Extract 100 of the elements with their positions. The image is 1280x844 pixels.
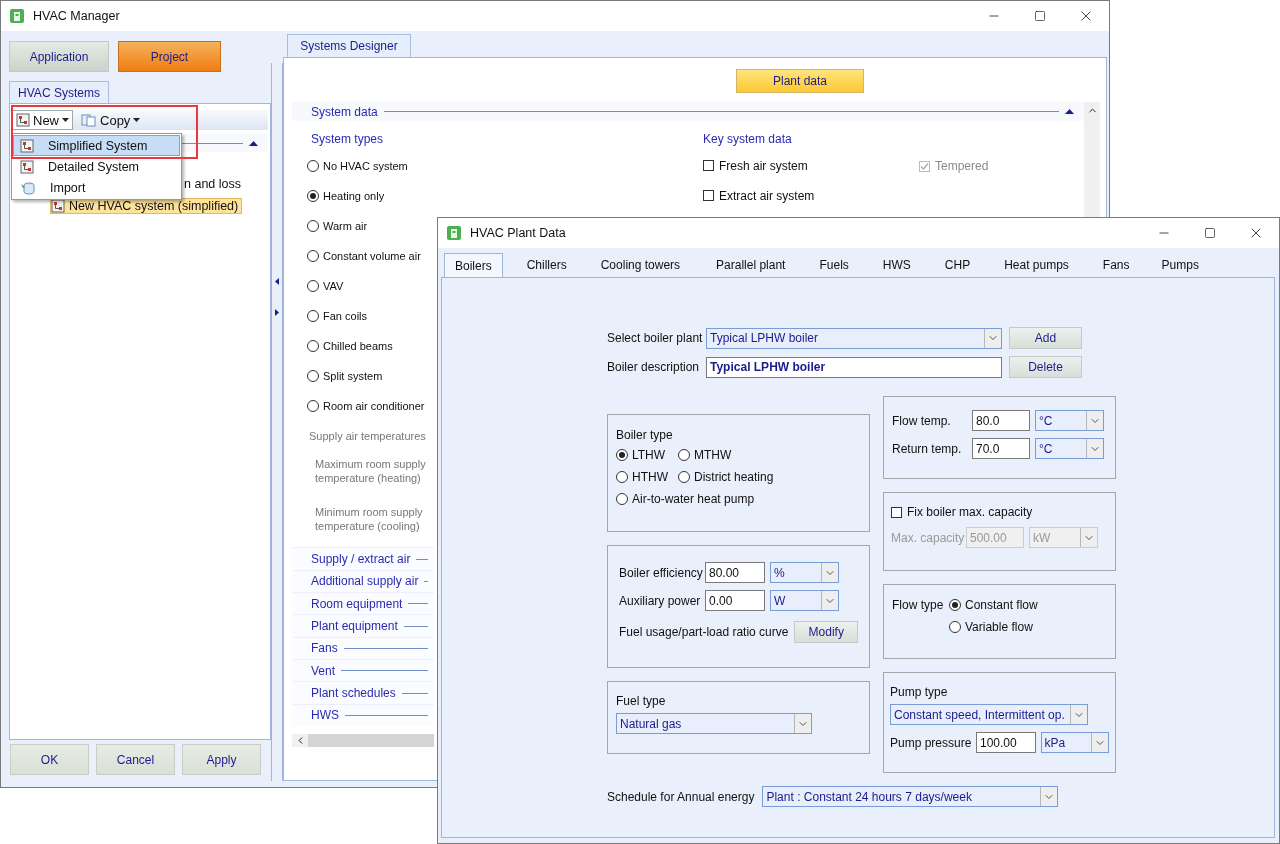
radio-circle-icon[interactable]	[307, 190, 319, 203]
radio-circle-icon[interactable]	[616, 493, 628, 505]
tree-item[interactable]: n and loss	[184, 177, 244, 191]
tab[interactable]: Boilers	[444, 253, 503, 277]
collapse-left-icon[interactable]	[275, 278, 279, 285]
input-field[interactable]: Typical LPHW boiler	[706, 356, 1002, 378]
group-heading: Fuel type	[616, 694, 667, 708]
section-header[interactable]: Vent	[292, 659, 434, 682]
dialog-button[interactable]: Cancel	[96, 744, 175, 775]
horizontal-scrollbar[interactable]	[292, 734, 434, 747]
input-field[interactable]: 0.00	[705, 590, 765, 611]
checkbox[interactable]: Fix boiler max. capacity	[891, 505, 1108, 519]
tab[interactable]: Parallel plant	[705, 253, 797, 277]
section-header[interactable]: Plant schedules	[292, 681, 434, 704]
tree-item[interactable]: New HVAC system (simplified)	[50, 198, 243, 214]
radio-option[interactable]: Variable flow	[949, 620, 1033, 634]
tab[interactable]: Heat pumps	[993, 253, 1080, 277]
dropdown[interactable]: W	[770, 590, 839, 611]
dropdown[interactable]: Constant speed, Intermittent op.	[890, 704, 1088, 725]
add-button[interactable]: Add	[1009, 327, 1082, 349]
radio-option[interactable]: VAV	[307, 280, 344, 293]
expand-right-icon[interactable]	[275, 309, 279, 316]
modify-button[interactable]: Modify	[794, 621, 858, 643]
radio-circle-icon[interactable]	[307, 250, 319, 263]
dropdown[interactable]: Natural gas	[616, 713, 812, 734]
section-header[interactable]: Plant equipment	[292, 614, 434, 637]
input-field[interactable]: 100.00	[976, 732, 1036, 753]
menu-item[interactable]: Simplified System	[13, 135, 180, 156]
tab[interactable]: HWS	[871, 253, 922, 277]
dropdown[interactable]: °C	[1035, 410, 1104, 431]
radio-option[interactable]: Heating only	[307, 190, 385, 203]
group-heading: Supply air temperatures	[308, 429, 426, 445]
mode-button[interactable]: Application	[9, 41, 109, 72]
tab[interactable]: Systems Designer	[287, 34, 411, 57]
tab[interactable]: HVAC Systems	[9, 81, 109, 103]
radio-option[interactable]: District heating	[678, 470, 861, 484]
tab[interactable]: Pumps	[1150, 253, 1210, 277]
collapse-icon[interactable]	[1065, 109, 1074, 115]
radio-option[interactable]: LTHW	[616, 448, 678, 462]
radio-circle-icon[interactable]	[678, 449, 690, 461]
radio-circle-icon[interactable]	[307, 310, 319, 323]
radio-option[interactable]: Fan coils	[307, 310, 368, 323]
tab[interactable]: Chillers	[515, 253, 578, 277]
radio-circle-icon[interactable]	[616, 449, 628, 461]
tab[interactable]: Cooling towers	[589, 253, 692, 277]
field-label: Fuel usage/part-load ratio curve	[619, 625, 789, 639]
checkbox[interactable]: Fresh air system	[703, 158, 808, 173]
radio-option[interactable]: MTHW	[678, 448, 861, 462]
dropdown[interactable]: Typical LPHW boiler	[706, 327, 1002, 349]
menu-item[interactable]: Detailed System	[13, 156, 180, 177]
tab[interactable]: Fans	[1091, 253, 1141, 277]
tab[interactable]: Fuels	[808, 253, 860, 277]
radio-circle-icon[interactable]	[307, 160, 319, 173]
section-header[interactable]: Fans	[292, 636, 434, 660]
copy-icon	[81, 113, 97, 127]
dropdown[interactable]: kPa	[1040, 732, 1109, 753]
section-header[interactable]: System data	[292, 102, 1084, 122]
dropdown[interactable]: %	[770, 562, 839, 583]
collapse-icon[interactable]	[249, 140, 258, 146]
radio-circle-icon[interactable]	[307, 340, 319, 353]
checkbox[interactable]: Extract air system	[703, 188, 815, 203]
toolbar-button[interactable]: New	[12, 110, 73, 130]
section-header[interactable]: Additional supply air	[292, 569, 434, 593]
radio-option[interactable]: Room air conditioner	[307, 400, 425, 413]
checkmark-icon	[920, 161, 929, 171]
dialog-button[interactable]: Apply	[182, 744, 261, 775]
toolbar-button[interactable]: Copy	[77, 110, 145, 130]
dialog-button[interactable]: OK	[10, 744, 89, 775]
section-title: System data	[311, 104, 378, 119]
radio-circle-icon[interactable]	[616, 471, 628, 483]
input-field[interactable]: 80.0	[972, 410, 1030, 431]
radio-circle-icon[interactable]	[307, 370, 319, 383]
menu-item[interactable]: Import	[13, 177, 180, 198]
radio-circle-icon[interactable]	[678, 471, 690, 483]
radio-option[interactable]: Constant volume air	[307, 250, 421, 263]
delete-button[interactable]: Delete	[1009, 356, 1082, 378]
radio-option[interactable]: Constant flow	[949, 598, 1038, 612]
mode-button[interactable]: Project	[118, 41, 221, 72]
radio-option[interactable]: No HVAC system	[307, 160, 408, 173]
radio-option[interactable]: Split system	[307, 370, 383, 383]
group-heading: System types	[311, 131, 384, 149]
radio-option[interactable]: Air-to-water heat pump	[616, 492, 755, 506]
input-field[interactable]: 70.0	[972, 438, 1030, 459]
radio-option[interactable]: Chilled beams	[307, 340, 393, 353]
dropdown[interactable]: Plant : Constant 24 hours 7 days/week	[762, 786, 1059, 807]
radio-circle-icon[interactable]	[307, 400, 319, 413]
field-label: Minimum room supply temperature (cooling)	[315, 505, 423, 534]
dropdown[interactable]: °C	[1035, 438, 1104, 459]
input-field[interactable]: 80.00	[705, 562, 765, 583]
section-header[interactable]: Room equipment	[292, 592, 434, 615]
radio-circle-icon[interactable]	[307, 280, 319, 293]
radio-option[interactable]: Warm air	[307, 220, 368, 233]
tab[interactable]: CHP	[933, 253, 982, 277]
radio-option[interactable]: HTHW	[616, 470, 678, 484]
radio-circle-icon[interactable]	[949, 621, 961, 633]
section-header[interactable]: Supply / extract air	[292, 547, 434, 570]
section-header[interactable]: HWS	[292, 703, 434, 726]
plant-data-button[interactable]: Plant data	[736, 69, 864, 93]
radio-circle-icon[interactable]	[949, 599, 961, 611]
radio-circle-icon[interactable]	[307, 220, 319, 233]
